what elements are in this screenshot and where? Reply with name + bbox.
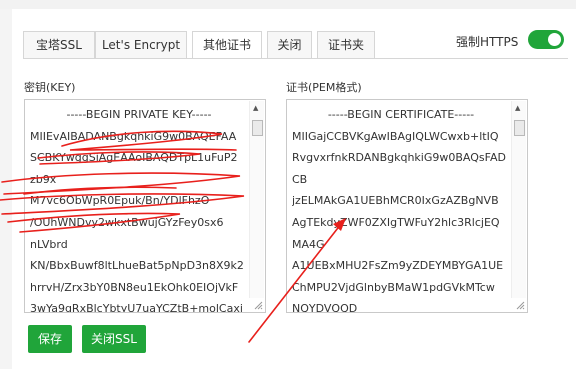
key-line: SCBKYwggSiAgEAAoIBAQDTpL1uFuP2 <box>30 151 238 165</box>
cert-line: MIIGajCCBVKgAwIBAgIQLWCwxb+ltIQ <box>292 129 499 143</box>
key-line: zb9x <box>30 172 57 186</box>
key-scrollbar[interactable]: ▲ <box>249 101 264 298</box>
tab-other-certificate[interactable]: 其他证书 <box>192 31 262 59</box>
tab-close[interactable]: 关闭 <box>267 31 312 59</box>
scroll-thumb[interactable] <box>252 120 263 136</box>
tab-divider <box>23 58 568 59</box>
resize-grip-icon[interactable] <box>515 300 525 310</box>
cert-line: MA4G <box>292 237 325 251</box>
key-line: -----BEGIN PRIVATE KEY----- <box>66 108 212 121</box>
scroll-up-arrow-icon[interactable]: ▲ <box>515 104 520 112</box>
key-line: nLVbrd <box>30 237 68 251</box>
key-line: /OUhWNDvy2wkxtBwujGYzFey0sx6 <box>30 215 224 229</box>
force-https-toggle[interactable] <box>528 30 564 49</box>
cert-scrollbar[interactable]: ▲ <box>511 101 526 298</box>
key-line: hrrvH/Zrx3bY0BN8eu1EkOhk0EIOjVkF <box>30 280 239 294</box>
private-key-textarea[interactable]: -----BEGIN PRIVATE KEY----- MIIEvAIBADAN… <box>24 99 266 313</box>
top-strip <box>0 0 576 9</box>
cert-line: NQYDVQQD <box>292 302 358 313</box>
cert-line: ChMPU2VjdGlnbyBMaW1pdGVkMTcw <box>292 280 495 294</box>
save-button[interactable]: 保存 <box>28 325 72 353</box>
cert-line: CB <box>292 172 308 186</box>
cert-line: RvgvxrfnkRDANBgkqhkiG9w0BAQsFAD <box>292 151 506 165</box>
scroll-thumb[interactable] <box>514 120 525 136</box>
tab-baota-ssl[interactable]: 宝塔SSL <box>23 31 95 59</box>
left-panel-edge <box>0 9 12 369</box>
key-field-label: 密钥(KEY) <box>24 81 76 94</box>
cert-line: -----BEGIN CERTIFICATE----- <box>327 108 475 121</box>
cert-line: jzELMAkGA1UEBhMCR0IxGzAZBgNVB <box>292 194 499 208</box>
certificate-textarea[interactable]: -----BEGIN CERTIFICATE----- MIIGajCCBVKg… <box>286 99 528 313</box>
tab-certificate-folder[interactable]: 证书夹 <box>317 31 375 59</box>
tab-lets-encrypt[interactable]: Let's Encrypt <box>95 31 187 59</box>
cert-line: AgTEkdyZWF0ZXIgTWFuY2hlc3RlcjEQ <box>292 215 500 229</box>
cert-field-label: 证书(PEM格式) <box>286 81 362 94</box>
resize-grip-icon[interactable] <box>253 300 263 310</box>
scroll-up-arrow-icon[interactable]: ▲ <box>253 104 258 112</box>
force-https-label: 强制HTTPS <box>456 35 519 49</box>
close-ssl-button[interactable]: 关闭SSL <box>82 325 146 353</box>
cert-line: A1UEBxMHU2FsZm9yZDEYMBYGA1UE <box>292 259 504 273</box>
key-line: KN/BbxBuwf8ltLhueBat5pNpD3n8X9k2 <box>30 259 244 273</box>
toggle-knob <box>548 33 561 46</box>
key-line: 3wYa9qRxBlcYbtyU7uaYCZtB+molCaxj <box>30 302 243 313</box>
key-line: M7vc6ObWpR0Epuk/Bn/YDlFhzO <box>30 194 210 208</box>
key-line: MIIEvAIBADANBgkqhkiG9w0BAQEFAA <box>30 129 237 143</box>
